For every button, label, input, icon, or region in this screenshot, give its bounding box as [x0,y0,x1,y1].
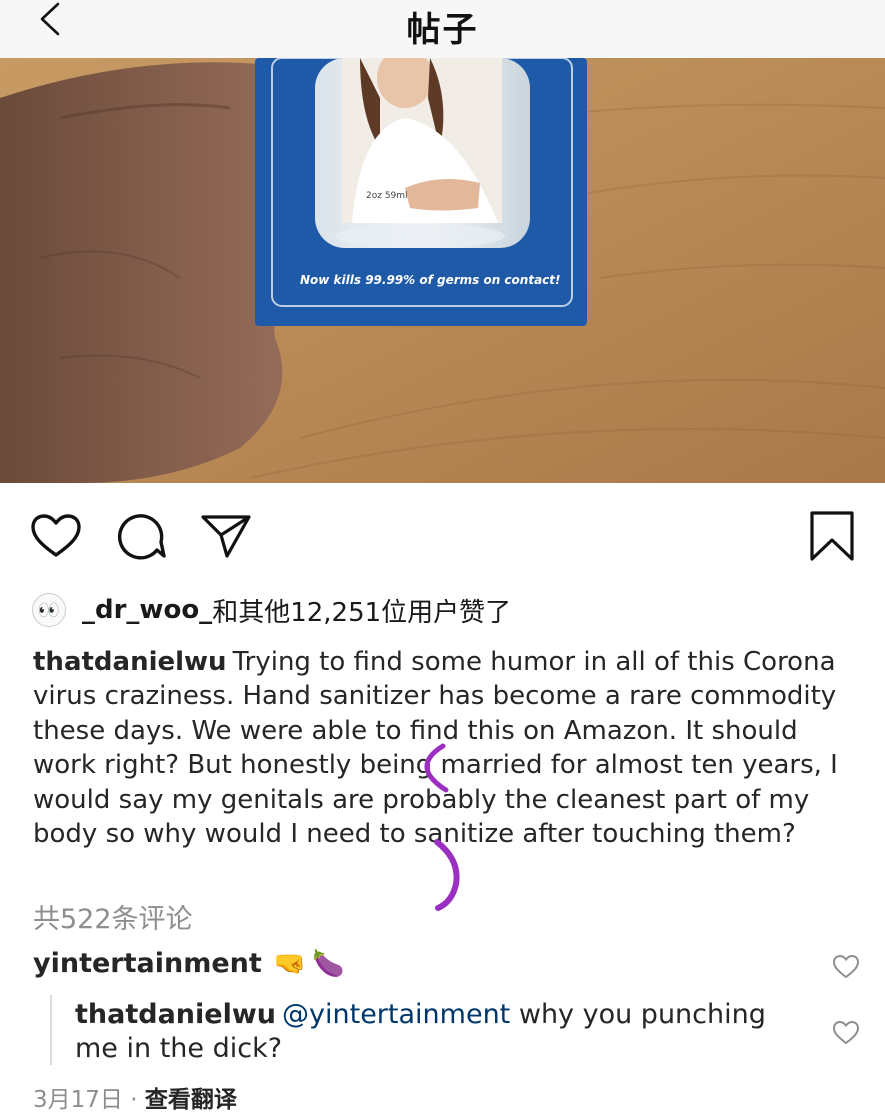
eggplant-emoji: 🍆 [312,948,345,979]
paper-plane-icon[interactable] [200,513,252,559]
comment-reply: thatdanielwu @yintertainment why you punc… [75,998,795,1066]
see-translation-link[interactable]: 查看翻译 [145,1087,237,1113]
comment-like-heart-icon[interactable] [832,954,860,980]
reply-like-heart-icon[interactable] [832,1020,860,1046]
reply-mention[interactable]: @yintertainment [282,999,510,1030]
post-photo[interactable]: 2oz 59ml Now kills 99.99% of germs on co… [0,58,885,483]
post-date: 3月17日 [33,1087,123,1113]
reply-username[interactable]: thatdanielwu [75,999,276,1030]
page-title: 帖子 [406,10,479,50]
punch-emoji: 🤜 [273,948,307,979]
post-meta: 3月17日 · 查看翻译 [33,1080,237,1114]
comment-username[interactable]: yintertainment [33,948,262,979]
caption-text: Trying to find some humor in all of this… [33,647,838,850]
avatar[interactable]: 👀 [32,593,66,627]
caption-username[interactable]: thatdanielwu [33,647,227,677]
comment-bubble-icon[interactable] [117,512,167,562]
top-bar: 帖子 [0,0,885,58]
bookmark-icon[interactable] [809,510,855,562]
package-tagline: Now kills 99.99% of germs on contact! [300,273,560,287]
likes-row[interactable]: 👀 _dr_woo_ 和其他12,251位用户赞了 [32,590,511,630]
reply-divider [50,995,52,1065]
view-all-comments-link[interactable]: 共522条评论 [33,897,193,936]
action-bar [0,483,885,583]
liker-username[interactable]: _dr_woo_ [82,595,212,625]
meta-separator: · [130,1087,138,1113]
heart-icon[interactable] [30,513,82,559]
comment-item: yintertainment 🤜 🍆 [33,948,351,979]
svg-text:2oz 59ml: 2oz 59ml [366,191,408,201]
post-caption: thatdanielwu Trying to find some humor in… [33,645,853,851]
likes-count-text[interactable]: 和其他12,251位用户赞了 [212,592,511,629]
